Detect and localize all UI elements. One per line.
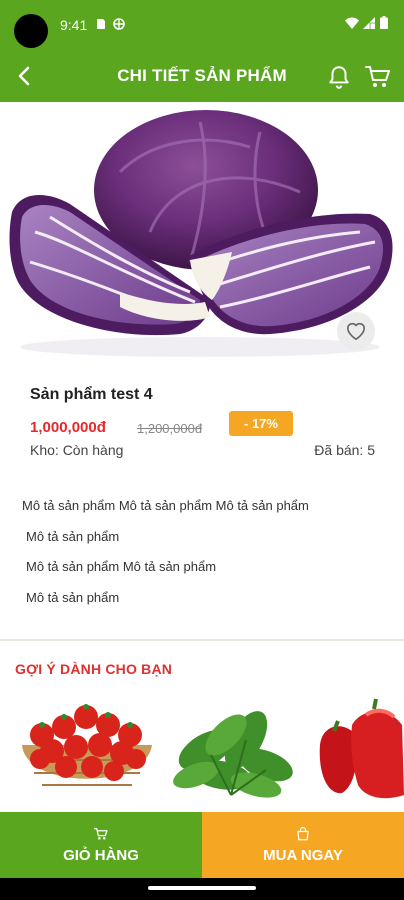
discount-badge: - 17% bbox=[229, 411, 293, 436]
heart-icon bbox=[347, 322, 365, 340]
favorite-button[interactable] bbox=[337, 312, 375, 350]
bell-icon bbox=[329, 66, 349, 89]
battery-icon bbox=[380, 16, 388, 29]
product-name: Sản phẩm test 4 bbox=[30, 386, 153, 403]
signal-icon bbox=[363, 16, 375, 29]
sold-count: Đã bán: 5 bbox=[314, 442, 375, 458]
camera-cutout bbox=[14, 14, 48, 48]
spinach-image bbox=[173, 711, 293, 798]
system-navigation-bar bbox=[0, 878, 404, 900]
suggestion-item-red-bell-peppers[interactable] bbox=[316, 695, 404, 805]
suggestion-item-spinach[interactable] bbox=[166, 695, 296, 805]
status-bar: 9:41 bbox=[0, 0, 404, 48]
tomatoes-image bbox=[22, 704, 152, 786]
buy-now-label: MUA NGAY bbox=[263, 846, 343, 864]
suggestion-item-tomatoes[interactable] bbox=[16, 695, 158, 805]
status-right bbox=[345, 16, 388, 29]
cart-button[interactable] bbox=[364, 64, 392, 90]
description-line: Mô tả sản phẩm bbox=[26, 589, 120, 605]
stock-status: Kho: Còn hàng bbox=[30, 442, 124, 458]
product-old-price: 1,200,000đ bbox=[137, 421, 203, 436]
home-indicator[interactable] bbox=[148, 886, 256, 890]
bottom-action-bar: GIỎ HÀNG MUA NGAY bbox=[0, 812, 404, 878]
notifications-button[interactable] bbox=[326, 64, 352, 90]
product-price: 1,000,000đ bbox=[30, 419, 106, 436]
section-divider bbox=[0, 639, 404, 641]
suggestions-title: GỢI Ý DÀNH CHO BẠN bbox=[15, 661, 173, 677]
status-time: 9:41 bbox=[60, 17, 88, 33]
description-line: Mô tả sản phẩm Mô tả sản phẩm Mô tả sản … bbox=[22, 498, 309, 513]
description-line: Mô tả sản phẩm bbox=[26, 528, 120, 544]
product-description: Mô tả sản phẩm Mô tả sản phẩm Mô tả sản … bbox=[22, 497, 382, 619]
suggestions-row[interactable] bbox=[0, 695, 404, 805]
app-bar: 9:41 CHI TIẾT SẢN PHẨM bbox=[0, 0, 404, 102]
add-to-cart-label: GIỎ HÀNG bbox=[63, 846, 139, 864]
vpn-icon bbox=[113, 18, 125, 30]
cart-icon bbox=[365, 66, 390, 87]
add-to-cart-button[interactable]: GIỎ HÀNG bbox=[0, 812, 202, 878]
description-line: Mô tả sản phẩm Mô tả sản phẩm bbox=[26, 559, 217, 574]
wifi-icon bbox=[345, 17, 359, 29]
buy-bag-icon bbox=[297, 826, 309, 840]
sim-icon bbox=[97, 19, 105, 29]
cart-icon bbox=[93, 827, 108, 840]
toolbar: CHI TIẾT SẢN PHẨM bbox=[0, 52, 404, 100]
buy-now-button[interactable]: MUA NGAY bbox=[202, 812, 404, 878]
bell-peppers-image bbox=[319, 698, 404, 799]
